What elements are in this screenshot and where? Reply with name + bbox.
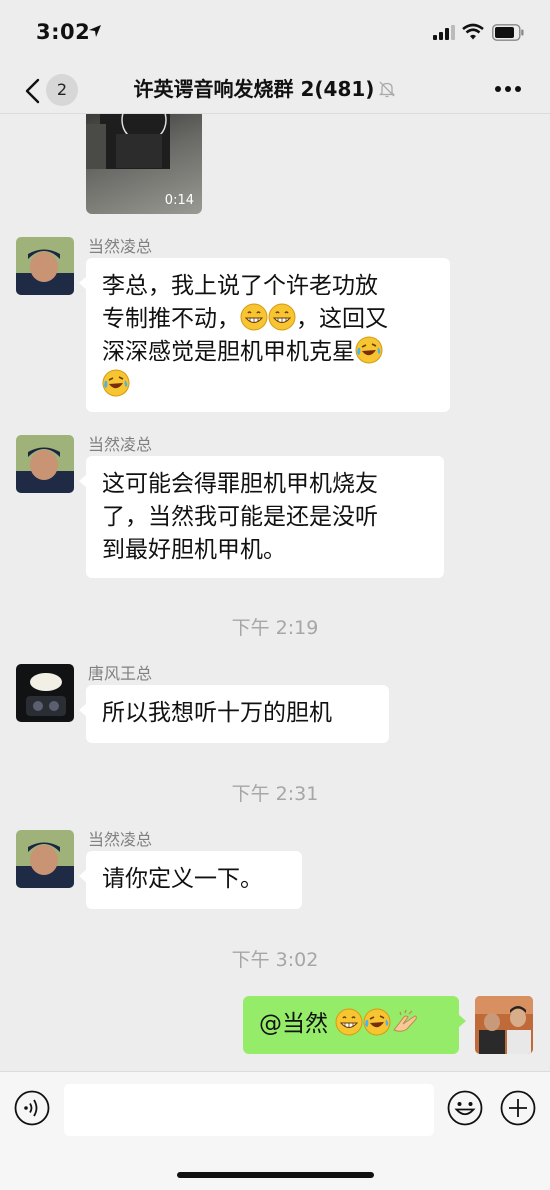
mute-bell-icon: [379, 81, 396, 98]
message-line: 到最好胆机甲机。: [102, 537, 286, 563]
message-line: 李总，我上说了个许老功放: [102, 273, 378, 299]
avatar[interactable]: [16, 237, 74, 295]
avatar[interactable]: [16, 435, 74, 493]
signal-icon: [433, 25, 455, 40]
message-text: 所以我想听十万的胆机: [102, 700, 332, 726]
message-bubble[interactable]: 这可能会得罪胆机甲机烧友 了，当然我可能是还是没听 到最好胆机甲机。: [79, 456, 444, 578]
input-bar: [0, 1071, 550, 1190]
home-indicator[interactable]: [177, 1172, 374, 1178]
grin-emoji: [268, 303, 296, 331]
chat-title: 许英谔音响发烧群 2(481): [133, 77, 375, 101]
plus-icon[interactable]: [500, 1090, 536, 1126]
message-bubble[interactable]: 所以我想听十万的胆机: [79, 685, 389, 743]
laugh-cry-emoji: [355, 336, 383, 364]
message-bubble[interactable]: 请你定义一下。: [79, 851, 302, 909]
avatar[interactable]: [16, 664, 74, 722]
message-bubble[interactable]: 李总，我上说了个许老功放 专制推不动， ，这回又 深深感觉是胆机甲机克星: [79, 258, 450, 412]
video-duration: 0:14: [164, 193, 194, 208]
chat-title-wrap: 许英谔音响发烧群 2(481): [100, 74, 430, 104]
message-line: 深深感觉是胆机甲机克星: [102, 336, 434, 369]
chat-header: 2 许英谔音响发烧群 2(481): [0, 64, 550, 114]
emoji-icon[interactable]: [447, 1090, 483, 1126]
sender-name: 当然凌总: [88, 830, 153, 849]
timestamp: 下午 3:02: [231, 949, 319, 971]
unread-count-badge: 2: [46, 74, 78, 106]
laugh-cry-emoji: [102, 369, 130, 397]
message-text: 请你定义一下。: [102, 866, 263, 892]
laugh-cry-emoji: [363, 1008, 391, 1036]
status-bar: 3:02: [0, 0, 550, 64]
video-message[interactable]: 0:14: [86, 114, 202, 214]
my-avatar[interactable]: [475, 996, 533, 1054]
back-button[interactable]: 2: [24, 74, 84, 106]
message-line: 这可能会得罪胆机甲机烧友: [102, 471, 378, 497]
sender-name: 当然凌总: [88, 435, 153, 454]
message-line: 了，当然我可能是还是没听: [102, 504, 378, 530]
message-line: [102, 369, 434, 402]
location-arrow-icon: [89, 25, 101, 37]
clap-emoji: [393, 1009, 418, 1032]
timestamp: 下午 2:19: [231, 617, 319, 639]
voice-icon[interactable]: [14, 1090, 50, 1126]
timestamp: 下午 2:31: [231, 783, 319, 805]
my-message-bubble[interactable]: @当然: [243, 996, 466, 1054]
avatar[interactable]: [16, 830, 74, 888]
message-line: 专制推不动， ，这回又: [102, 303, 434, 336]
grin-emoji: [335, 1008, 363, 1036]
wifi-icon: [462, 23, 484, 40]
sender-name: 当然凌总: [88, 237, 153, 256]
battery-icon: [492, 24, 524, 41]
sender-name: 唐风王总: [88, 664, 153, 683]
status-time: 3:02: [36, 20, 91, 44]
message-input[interactable]: [64, 1084, 434, 1136]
message-text: @当然: [259, 1008, 443, 1041]
grin-emoji: [240, 303, 268, 331]
more-icon[interactable]: [494, 84, 522, 94]
back-chevron-icon: [25, 78, 40, 104]
